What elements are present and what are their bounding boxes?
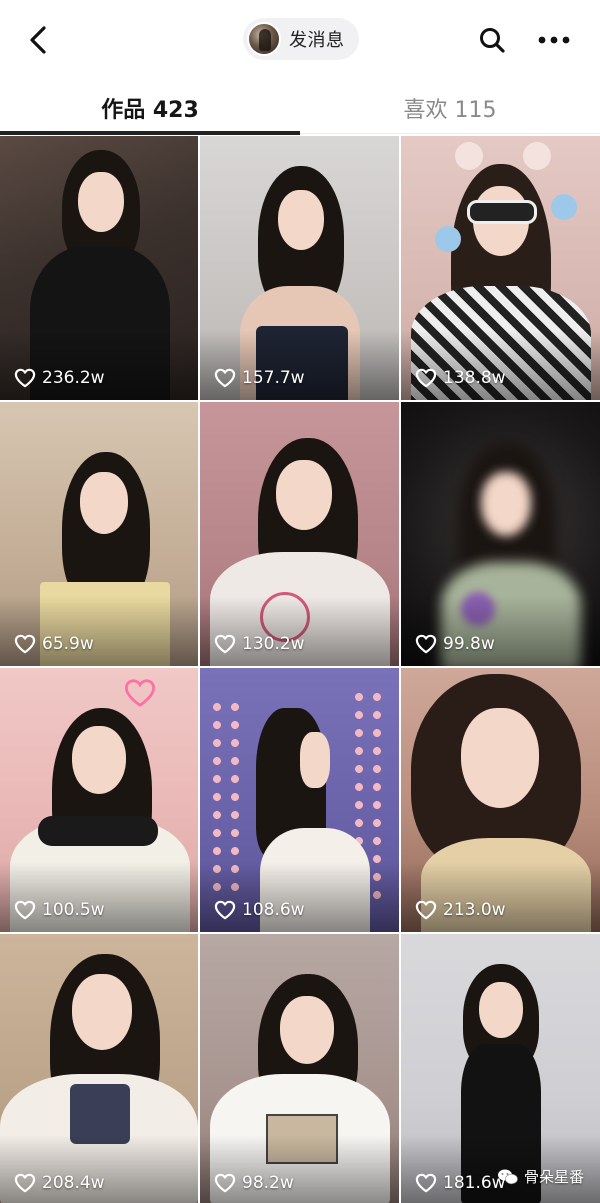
more-horizontal-icon [538,36,570,44]
watermark-text: 骨朵星番 [523,1168,584,1186]
video-thumbnail[interactable]: 157.7w [200,136,399,400]
like-count: 99.8w [415,634,495,654]
heart-outline-icon [214,900,236,920]
profile-tabs: 作品 423 喜欢 115 [0,80,600,136]
tab-works-label: 作品 423 [101,98,199,123]
heart-outline-icon [14,368,36,388]
heart-outline-icon [14,634,36,654]
video-thumbnail[interactable]: 213.0w [401,668,600,932]
video-thumbnail[interactable]: 99.8w [401,402,600,666]
like-count: 98.2w [214,1173,294,1193]
tab-likes-label: 喜欢 115 [403,98,497,123]
like-count-text: 100.5w [42,900,105,920]
active-tab-indicator [0,131,300,135]
heart-outline-icon [14,900,36,920]
heart-outline-icon [415,1173,437,1193]
like-count: 181.6w [415,1173,506,1193]
search-button[interactable] [472,20,512,60]
send-message-button[interactable]: 发消息 [243,18,359,60]
more-button[interactable] [532,20,576,60]
video-thumbnail[interactable]: 208.4w [0,934,198,1203]
heart-outline-icon [415,368,437,388]
video-thumbnail[interactable]: 138.8w [401,136,600,400]
back-button[interactable] [18,20,58,60]
like-count-text: 138.8w [443,368,506,388]
like-count: 157.7w [214,368,305,388]
like-count-text: 65.9w [42,634,94,654]
video-thumbnail[interactable]: 236.2w [0,136,198,400]
like-count-text: 157.7w [242,368,305,388]
tab-likes[interactable]: 喜欢 115 [300,80,600,136]
tab-works[interactable]: 作品 423 [0,80,300,136]
watermark: 骨朵星番 [497,1166,584,1187]
video-thumbnail[interactable]: 130.2w [200,402,399,666]
send-message-label: 发消息 [289,30,345,51]
wechat-icon [497,1169,518,1184]
heart-outline-icon [214,1173,236,1193]
video-thumbnail[interactable]: 181.6w 骨朵星番 [401,934,600,1203]
like-count: 213.0w [415,900,506,920]
like-count: 65.9w [14,634,94,654]
heart-outline-icon [214,634,236,654]
heart-outline-icon [14,1173,36,1193]
chevron-left-icon [30,26,46,54]
search-icon [480,28,505,53]
like-count-text: 98.2w [242,1173,294,1193]
like-count-text: 108.6w [242,900,305,920]
video-thumbnail[interactable]: 100.5w [0,668,198,932]
like-count-text: 130.2w [242,634,305,654]
like-count-text: 213.0w [443,900,506,920]
like-count: 100.5w [14,900,105,920]
like-count: 108.6w [214,900,305,920]
video-thumbnail[interactable]: 98.2w [200,934,399,1203]
like-count-text: 236.2w [42,368,105,388]
like-count: 208.4w [14,1173,105,1193]
heart-outline-icon [415,634,437,654]
avatar [247,22,281,56]
video-thumbnail[interactable]: 65.9w [0,402,198,666]
like-count-text: 208.4w [42,1173,105,1193]
like-count: 138.8w [415,368,506,388]
like-count-text: 99.8w [443,634,495,654]
heart-outline-icon [415,900,437,920]
heart-sticker-icon [124,679,156,707]
like-count: 130.2w [214,634,305,654]
video-grid: 236.2w 157.7w 138.8w 65.9w 130.2w 99.8w … [0,136,600,1203]
video-thumbnail[interactable]: 108.6w [200,668,399,932]
tab-divider [300,133,600,134]
heart-outline-icon [214,368,236,388]
like-count: 236.2w [14,368,105,388]
top-bar: 发消息 [0,0,600,80]
